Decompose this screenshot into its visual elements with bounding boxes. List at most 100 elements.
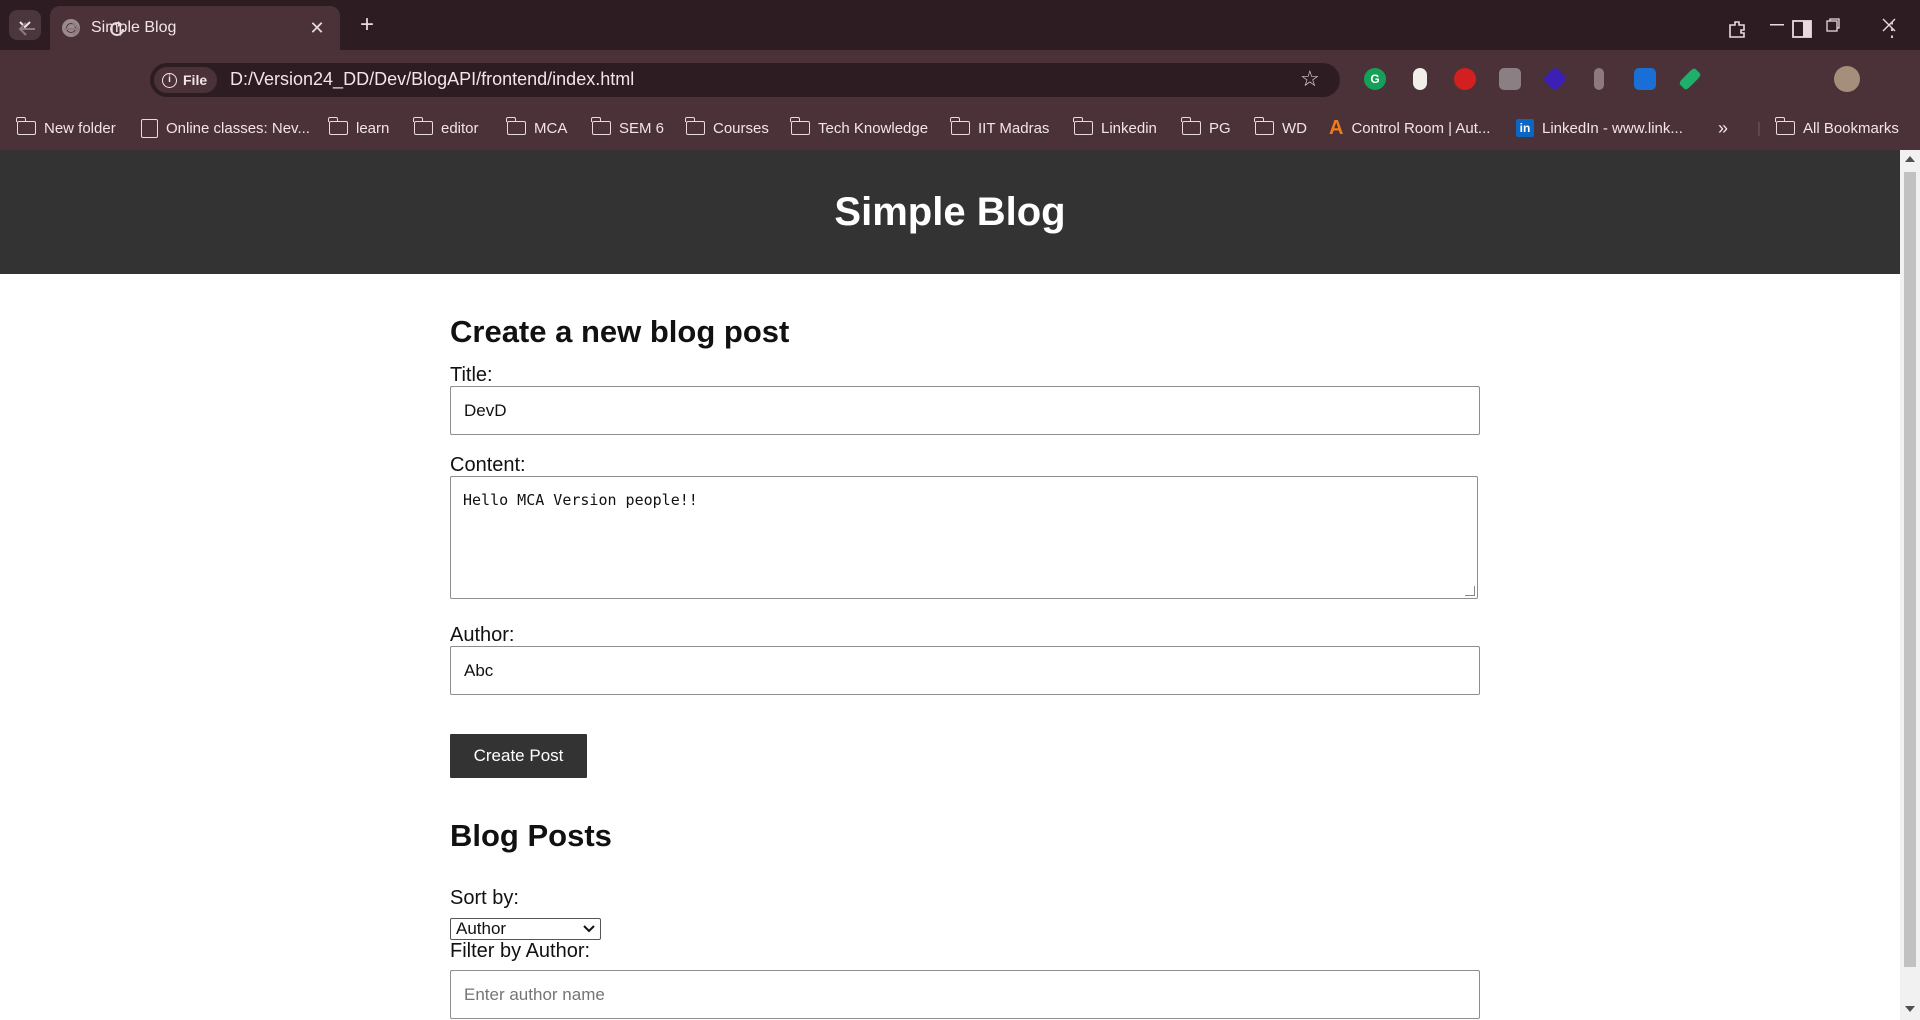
site-chip-label: File [183, 72, 208, 88]
bookmark-label: Courses [713, 119, 769, 137]
bookmark-star-icon[interactable]: ☆ [1300, 66, 1320, 92]
folder-icon [1073, 117, 1093, 135]
content-textarea[interactable]: Hello MCA Version people!! [450, 476, 1478, 599]
bookmark-item[interactable]: SEM 6 [591, 116, 665, 140]
bookmark-label: WD [1282, 119, 1307, 137]
bookmark-item[interactable]: Online classes: Nev... [141, 116, 310, 140]
author-label: Author: [450, 624, 515, 646]
hand-stop-icon[interactable] [1454, 68, 1476, 90]
folder-icon [790, 117, 810, 135]
active-tab[interactable]: Simple Blog ✕ [50, 6, 340, 50]
author-input-value: Abc [464, 660, 494, 680]
scroll-up-arrow-icon[interactable] [1905, 156, 1915, 162]
bookmark-page-icon [141, 118, 158, 138]
reload-button[interactable] [100, 12, 134, 46]
bookmark-label: New folder [44, 119, 116, 137]
extension-gray-icon[interactable] [1499, 68, 1521, 90]
bookmark-label: SEM 6 [619, 119, 665, 137]
info-icon: i [162, 72, 177, 88]
bookmark-item[interactable]: PG [1181, 116, 1231, 140]
title-label: Title: [450, 364, 493, 386]
reload-icon [110, 21, 124, 36]
folder-icon [328, 117, 348, 135]
new-tab-button[interactable]: + [352, 10, 382, 40]
bookmark-item[interactable]: in LinkedIn - www.link... [1516, 116, 1683, 140]
side-panel-button[interactable] [1785, 12, 1819, 46]
url-text[interactable]: D:/Version24_DD/Dev/BlogAPI/frontend/ind… [230, 69, 634, 90]
filter-author-placeholder: Enter author name [464, 984, 605, 1004]
extension-dot-icon[interactable] [1594, 68, 1604, 90]
bookmark-label: Linkedin [1101, 119, 1157, 137]
all-bookmarks[interactable]: All Bookmarks [1775, 116, 1899, 140]
close-tab-icon[interactable]: ✕ [306, 18, 328, 39]
filter-author-input[interactable]: Enter author name [450, 970, 1480, 1019]
bookmark-label: editor [441, 119, 479, 137]
sort-by-label: Sort by: [450, 887, 519, 909]
back-button[interactable] [10, 12, 44, 46]
bookmark-label: Tech Knowledge [818, 119, 929, 137]
content-label: Content: [450, 454, 526, 476]
scrollbar-thumb[interactable] [1904, 172, 1916, 967]
blog-posts-heading: Blog Posts [450, 818, 612, 853]
page-scrollbar[interactable] [1900, 150, 1920, 1020]
forward-button[interactable] [55, 12, 89, 46]
bookmark-item[interactable]: Courses [685, 116, 769, 140]
bookmark-item[interactable]: IIT Madras [950, 116, 1049, 140]
sort-by-selected: Author [456, 919, 507, 938]
extensions-button[interactable] [1720, 12, 1754, 46]
profile-avatar[interactable] [1834, 66, 1860, 92]
mail-extension-icon[interactable] [1634, 68, 1656, 90]
author-input[interactable]: Abc [450, 646, 1480, 695]
bookmark-item[interactable]: editor [413, 116, 479, 140]
site-header: Simple Blog [0, 150, 1900, 274]
bookmark-item[interactable]: WD [1254, 116, 1307, 140]
folder-icon [506, 117, 526, 135]
folder-icon [1181, 117, 1201, 135]
site-title: Simple Blog [834, 189, 1066, 234]
restore-icon [1826, 18, 1840, 32]
bookmark-item[interactable]: Tech Knowledge [790, 116, 929, 140]
bookmark-label: PG [1209, 119, 1231, 137]
site-info-chip[interactable]: i File [154, 67, 218, 93]
chevron-double-right-icon: » [1718, 117, 1729, 138]
bookmark-item[interactable]: Linkedin [1073, 116, 1157, 140]
arrow-right-icon [64, 22, 81, 36]
chevron-down-icon [583, 925, 595, 933]
extension-light-icon[interactable] [1413, 68, 1427, 90]
folder-icon [413, 117, 433, 135]
bookmarks-overflow-button[interactable]: » [1718, 116, 1728, 140]
scroll-down-arrow-icon[interactable] [1905, 1006, 1915, 1012]
side-panel-icon [1792, 20, 1812, 38]
filter-author-label: Filter by Author: [450, 940, 591, 962]
bookmark-label: learn [356, 119, 390, 137]
automation-anywhere-icon: A [1329, 116, 1344, 139]
more-vertical-icon: ⋮ [1882, 18, 1902, 41]
bookmark-item[interactable]: A Control Room | Aut... [1329, 116, 1490, 140]
minimize-icon [1770, 24, 1784, 26]
sort-by-select[interactable]: Author [450, 918, 601, 940]
bookmark-item[interactable]: New folder [16, 116, 116, 140]
folder-icon [1254, 117, 1274, 135]
menu-button[interactable]: ⋮ [1875, 12, 1909, 46]
web-page: Simple Blog Create a new blog post Title… [0, 150, 1900, 1020]
bookmark-label: MCA [534, 119, 568, 137]
bookmark-item[interactable]: MCA [506, 116, 568, 140]
title-input[interactable]: DevD [450, 386, 1480, 435]
folder-icon [950, 117, 970, 135]
linkedin-icon: in [1516, 119, 1534, 137]
bookmark-label: Online classes: Nev... [166, 119, 310, 137]
all-bookmarks-label: All Bookmarks [1803, 119, 1899, 137]
resize-handle[interactable] [1465, 586, 1475, 596]
arrow-left-icon [18, 22, 35, 36]
create-post-button[interactable]: Create Post [450, 734, 587, 778]
bookmarks-divider: | [1757, 119, 1761, 137]
bookmark-label: Control Room | Aut... [1351, 119, 1491, 137]
bookmark-item[interactable]: learn [328, 116, 390, 140]
folder-icon [1775, 117, 1795, 135]
folder-icon [16, 117, 36, 135]
folder-icon [591, 117, 611, 135]
title-input-value: DevD [464, 400, 507, 420]
puzzle-icon [1729, 21, 1745, 38]
grammarly-icon[interactable]: G [1364, 68, 1386, 90]
content-textarea-value: Hello MCA Version people!! [463, 491, 698, 509]
